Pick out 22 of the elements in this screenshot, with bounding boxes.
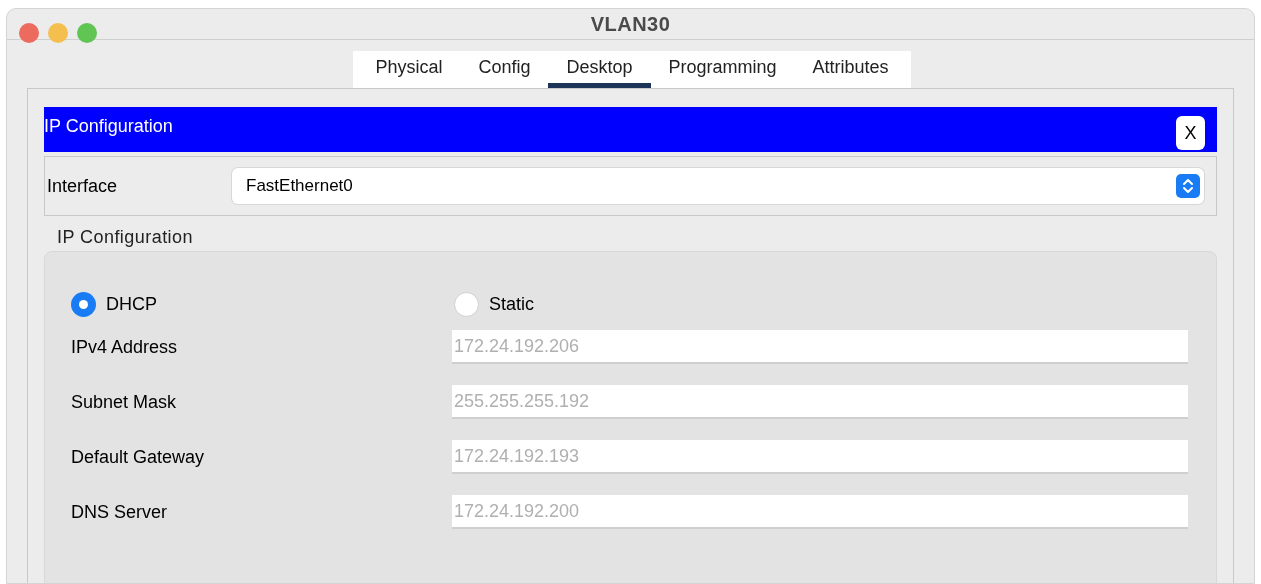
radio-label: Static [489,292,535,316]
field-label: IPv4 Address [71,335,179,359]
dropdown-icon [1176,174,1200,198]
close-window-icon[interactable] [19,23,39,43]
tab[interactable]: Programming [650,51,795,88]
panel-title: IP Configuration [44,115,173,138]
field-label: Subnet Mask [71,390,178,414]
group-title: IP Configuration [57,227,193,247]
close-button[interactable]: X [1176,116,1205,150]
radio-button[interactable] [71,291,96,317]
radio-label: DHCP [106,292,157,316]
field-label: DNS Server [71,500,169,524]
tab[interactable]: Physical [357,51,461,88]
interface-select[interactable]: FastEthernet0 [232,168,1204,204]
field-label: Default Gateway [71,445,206,469]
interface-label: Interface [47,174,119,198]
radio-button[interactable] [454,291,479,317]
window-title: VLAN30 [590,12,671,37]
tab[interactable]: Attributes [794,51,907,88]
tab[interactable]: Config [460,51,549,88]
minimize-window-icon[interactable] [48,23,68,43]
zoom-window-icon[interactable] [77,23,97,43]
